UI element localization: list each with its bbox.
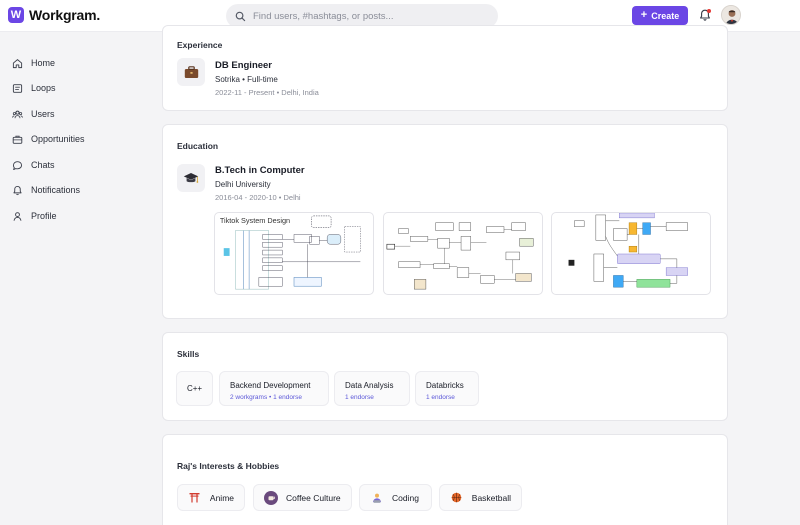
skill-chip[interactable]: C++ — [176, 371, 213, 406]
skill-name: Data Analysis — [345, 381, 394, 390]
architecture-diagram-image — [568, 213, 688, 288]
skill-meta[interactable]: 1 endorse — [426, 394, 455, 401]
hobbies-heading: Raj's Interests & Hobbies — [177, 461, 280, 471]
skills-heading: Skills — [177, 349, 200, 359]
skill-name: C++ — [186, 384, 203, 393]
sidebar-item-home[interactable]: Home — [12, 54, 55, 72]
skill-meta[interactable]: 1 endorse — [345, 394, 374, 401]
experience-heading: Experience — [177, 40, 223, 50]
hobby-label: Coding — [392, 492, 419, 503]
education-heading: Education — [177, 141, 219, 151]
skill-chip[interactable]: Data Analysis 1 endorse — [334, 371, 410, 406]
sidebar: Home Loops Users Opportunities Chats Not… — [0, 33, 147, 525]
create-label: Create — [651, 10, 680, 21]
skill-name: Databricks — [426, 381, 464, 390]
attachment-thumbnail[interactable] — [551, 212, 711, 295]
create-button[interactable]: + Create — [632, 6, 688, 25]
system-diagram-image: Tiktok System Design — [220, 215, 361, 290]
experience-company[interactable]: Sotrika • Full-time — [215, 75, 278, 84]
sidebar-item-label: Users — [31, 109, 55, 119]
sidebar-item-profile[interactable]: Profile — [12, 207, 57, 225]
hobby-chip[interactable]: Coffee Culture — [253, 484, 352, 511]
hobby-chip[interactable]: Anime — [177, 484, 245, 511]
right-gutter — [742, 33, 800, 525]
briefcase-icon — [12, 135, 23, 144]
skill-name: Backend Development — [230, 381, 311, 390]
chat-icon — [13, 160, 22, 170]
experience-role: DB Engineer — [215, 60, 273, 71]
sidebar-item-notifications[interactable]: Notifications — [12, 181, 80, 199]
briefcase-icon — [177, 58, 205, 86]
skill-meta[interactable]: 2 workgrams • 1 endorse — [230, 394, 302, 401]
sidebar-item-label: Notifications — [31, 185, 81, 195]
sidebar-item-label: Profile — [31, 211, 57, 221]
hobby-label: Anime — [209, 492, 234, 503]
attachment-thumbnail[interactable] — [383, 212, 543, 295]
sidebar-item-label: Home — [31, 58, 56, 68]
education-degree: B.Tech in Computer — [215, 165, 305, 176]
sidebar-item-label: Loops — [31, 83, 56, 93]
notification-dot — [707, 9, 711, 13]
hobbies-card: Raj's Interests & Hobbies — [162, 434, 728, 525]
torii-icon — [188, 491, 202, 505]
education-meta: 2016-04 - 2020-10 • Delhi — [215, 193, 301, 202]
coder-icon — [370, 491, 384, 505]
avatar[interactable] — [721, 5, 741, 25]
bell-icon — [13, 185, 22, 195]
sidebar-item-opportunities[interactable]: Opportunities — [12, 130, 85, 148]
sidebar-item-label: Opportunities — [31, 134, 85, 144]
flow-diagram-image — [386, 222, 534, 290]
hobby-chip[interactable]: Basketball — [439, 484, 522, 511]
sidebar-item-chats[interactable]: Chats — [12, 156, 55, 174]
sidebar-item-users[interactable]: Users — [12, 105, 55, 123]
plus-icon: + — [640, 9, 648, 21]
users-icon — [12, 110, 23, 118]
graduation-cap-icon — [177, 164, 205, 192]
brand-mark-icon: W — [8, 7, 24, 23]
coffee-icon — [264, 490, 278, 505]
hobby-label: Basketball — [471, 492, 511, 503]
experience-card: Experience DB Engineer Sotrika • Full-ti… — [162, 25, 728, 111]
skill-chip[interactable]: Databricks 1 endorse — [415, 371, 479, 406]
loops-icon — [12, 83, 23, 93]
sidebar-item-label: Chats — [31, 160, 55, 170]
skill-chip[interactable]: Backend Development 2 workgrams • 1 endo… — [219, 371, 329, 406]
sidebar-item-loops[interactable]: Loops — [12, 79, 56, 97]
attachment-thumbnail[interactable]: Tiktok System Design — [214, 212, 374, 295]
basketball-icon — [450, 491, 464, 505]
experience-meta: 2022-11 - Present • Delhi, India — [215, 88, 319, 97]
brand-logo[interactable]: W Workgram. — [8, 7, 100, 23]
search-icon — [235, 11, 246, 21]
education-school[interactable]: Delhi University — [215, 180, 271, 189]
home-icon — [12, 58, 23, 68]
brand-name: Workgram. — [29, 7, 101, 23]
attachment-caption: Tiktok System Design — [220, 216, 290, 225]
user-icon — [13, 211, 22, 221]
hobby-chip[interactable]: Coding — [359, 484, 432, 511]
hobby-label: Coffee Culture — [286, 492, 341, 503]
profile-main: Experience DB Engineer Sotrika • Full-ti… — [148, 25, 742, 525]
search-input[interactable] — [253, 10, 483, 22]
